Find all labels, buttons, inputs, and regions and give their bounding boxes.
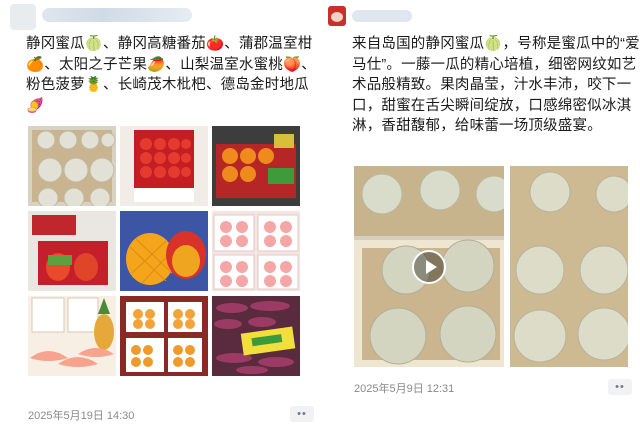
post-date: 2025年5月9日 12:31 <box>354 383 455 395</box>
video-thumbnail[interactable] <box>354 166 504 367</box>
post-date: 2025年5月19日 14:30 <box>28 410 135 422</box>
image-citrus-box[interactable] <box>212 126 300 206</box>
blurred-username[interactable] <box>42 8 192 22</box>
post-text: 来自岛国的静冈蜜瓜🍈，号称是蜜瓜中的“爱马仕”。一藤一瓜的精心培植，细密网纹如艺… <box>352 36 640 134</box>
image-grid <box>28 126 300 376</box>
image-pineapple-slices[interactable] <box>28 296 116 376</box>
avatar[interactable] <box>328 6 346 26</box>
image-loquat-boxes[interactable] <box>120 296 208 376</box>
blurred-username[interactable] <box>352 10 412 22</box>
image-mango-box[interactable] <box>28 211 116 291</box>
more-options-button[interactable]: •• <box>608 379 632 395</box>
image-melon-boxes[interactable] <box>28 126 116 206</box>
video-thumbnail-side[interactable] <box>510 166 628 367</box>
moments-post-left: 静冈蜜瓜🍈、静冈高糖番茄🍅、蒲郡温室柑🍊、太阳之子芒果🥭、山梨温室水蜜桃🍑、粉色… <box>0 0 322 427</box>
image-cut-mango[interactable] <box>120 211 208 291</box>
image-peach-boxes[interactable] <box>212 211 300 291</box>
image-sweet-potatoes[interactable] <box>212 296 300 376</box>
avatar[interactable] <box>10 4 36 30</box>
more-options-button[interactable]: •• <box>290 406 314 422</box>
screenshot: 静冈蜜瓜🍈、静冈高糖番茄🍅、蒲郡温室柑🍊、太阳之子芒果🥭、山梨温室水蜜桃🍑、粉色… <box>0 0 640 427</box>
image-tomato-box[interactable] <box>120 126 208 206</box>
play-icon[interactable] <box>412 250 446 284</box>
post-text: 静冈蜜瓜🍈、静冈高糖番茄🍅、蒲郡温室柑🍊、太阳之子芒果🥭、山梨温室水蜜桃🍑、粉色… <box>26 36 316 114</box>
